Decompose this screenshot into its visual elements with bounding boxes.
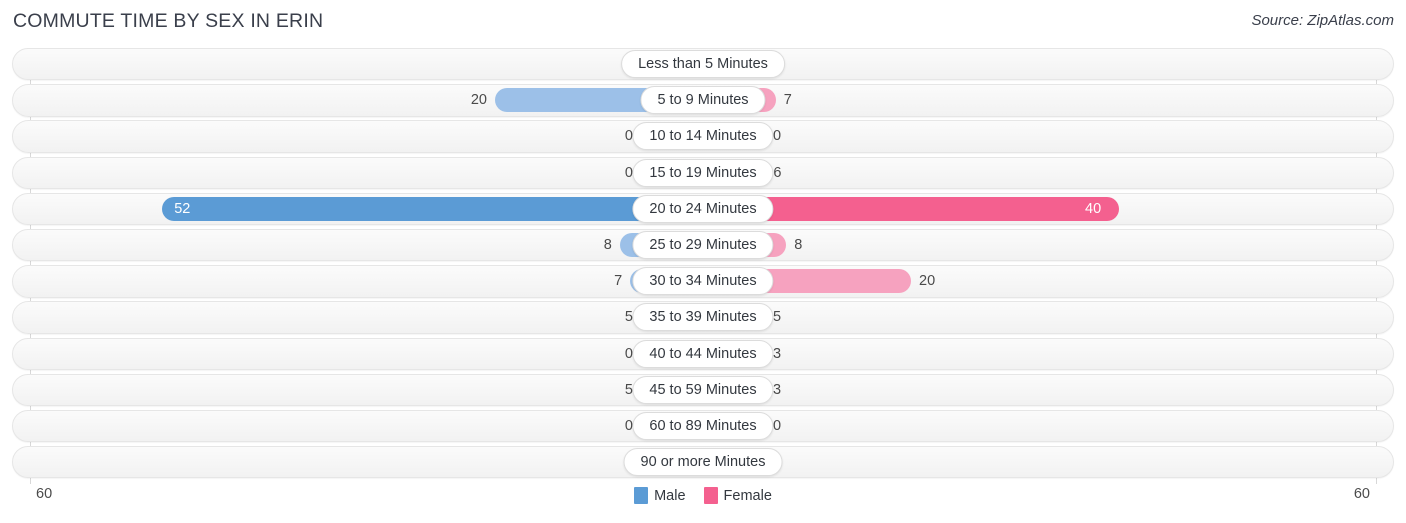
value-male: 7 — [614, 273, 623, 290]
bar-rows: 00Less than 5 Minutes2075 to 9 Minutes00… — [0, 48, 1406, 482]
page-title: COMMUTE TIME BY SEX IN ERIN — [13, 10, 324, 32]
category-label: 30 to 34 Minutes — [632, 267, 774, 296]
value-female: 40 — [1085, 200, 1102, 217]
value-female: 7 — [783, 92, 792, 109]
bar-row[interactable]: 0 6 15 to 19 Minutes — [0, 156, 1406, 189]
value-male: 8 — [603, 236, 612, 253]
category-label: 35 to 39 Minutes — [632, 303, 774, 332]
bar-row[interactable]: 0 0 10 to 14 Minutes — [0, 120, 1406, 153]
category-label: 90 or more Minutes — [623, 448, 783, 477]
value-male: 20 — [470, 92, 487, 109]
bar-row[interactable]: 5 5 35 to 39 Minutes — [0, 301, 1406, 334]
value-female: 8 — [794, 236, 803, 253]
chart-footer: 60 60 Male Female — [0, 484, 1406, 523]
value-male: 52 — [174, 200, 191, 217]
category-label: 60 to 89 Minutes — [632, 411, 774, 440]
bar-row[interactable]: 7 20 30 to 34 Minutes — [0, 265, 1406, 298]
bar-row[interactable]: 20 7 5 to 9 Minutes — [0, 84, 1406, 117]
category-label: 40 to 44 Minutes — [632, 339, 774, 368]
legend-swatch-icon — [634, 487, 649, 504]
value-female: 0 — [773, 128, 782, 145]
source-label: Source: ZipAtlas.com — [1251, 12, 1394, 29]
legend-item[interactable]: Female — [703, 487, 772, 504]
legend-label: Female — [723, 487, 772, 504]
bar-row[interactable]: 5 3 45 to 59 Minutes — [0, 373, 1406, 407]
value-female: 3 — [773, 381, 782, 398]
bar-row[interactable]: 00Less than 5 Minutes — [0, 48, 1406, 81]
value-female: 20 — [919, 273, 936, 290]
value-female: 6 — [773, 164, 782, 181]
bar-row[interactable]: 0 3 40 to 44 Minutes — [0, 337, 1406, 370]
category-label: Less than 5 Minutes — [621, 50, 785, 78]
category-label: 20 to 24 Minutes — [632, 194, 774, 223]
category-label: 15 to 19 Minutes — [632, 158, 774, 187]
value-female: 0 — [773, 417, 782, 434]
legend-item[interactable]: Male — [634, 487, 686, 504]
bar-row[interactable]: 0 0 60 to 89 Minutes — [0, 409, 1406, 443]
category-label: 25 to 29 Minutes — [632, 230, 774, 259]
chart-page: COMMUTE TIME BY SEX IN ERIN Source: ZipA… — [0, 0, 1406, 523]
bar-male[interactable] — [162, 196, 703, 221]
value-female: 3 — [773, 345, 782, 362]
bar-row[interactable]: 0090 or more Minutes — [0, 446, 1406, 479]
category-label: 45 to 59 Minutes — [632, 375, 774, 404]
plot-area: 00Less than 5 Minutes2075 to 9 Minutes00… — [0, 48, 1406, 484]
category-label: 5 to 9 Minutes — [640, 86, 766, 115]
value-female: 5 — [773, 309, 782, 326]
legend: Male Female — [0, 487, 1406, 504]
bar-row[interactable]: 52 40 20 to 24 Minutes — [0, 192, 1406, 226]
legend-label: Male — [654, 487, 686, 504]
bar-row[interactable]: 8 8 25 to 29 Minutes — [0, 228, 1406, 262]
category-label: 10 to 14 Minutes — [632, 122, 774, 151]
legend-swatch-icon — [703, 487, 718, 504]
